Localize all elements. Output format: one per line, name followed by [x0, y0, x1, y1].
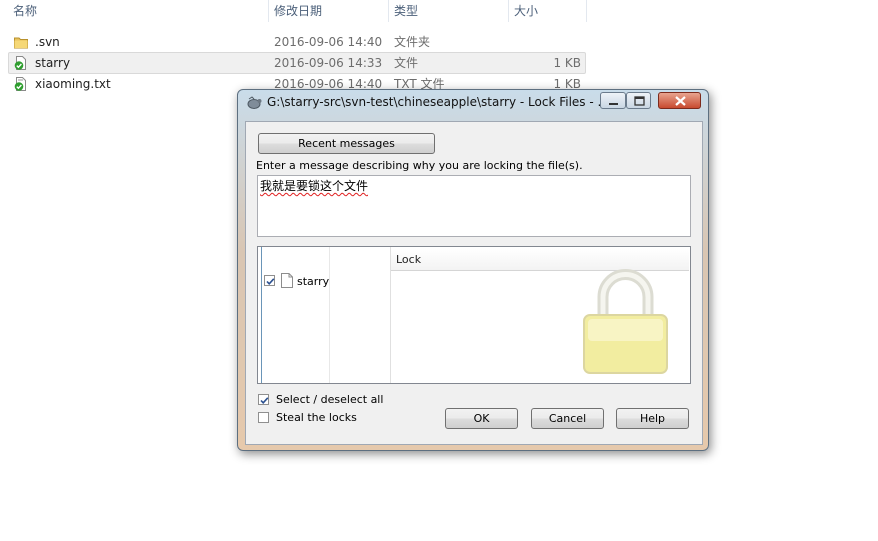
tortoisesvn-icon: [247, 96, 262, 109]
column-header-name[interactable]: 名称: [13, 0, 37, 22]
column-divider[interactable]: [268, 0, 269, 22]
recent-messages-button[interactable]: Recent messages: [258, 133, 435, 154]
minimize-icon: [609, 103, 618, 105]
file-name: xiaoming.txt: [35, 77, 111, 91]
checkmark-icon: [260, 397, 269, 404]
file-modified: 2016-09-06 14:33: [274, 56, 383, 70]
column-header-type[interactable]: 类型: [394, 0, 418, 22]
dialog-title-bar[interactable]: G:\starry-src\svn-test\chineseapple\star…: [238, 90, 708, 116]
file-name: .svn: [35, 35, 60, 49]
close-button[interactable]: [658, 92, 701, 109]
column-headers: 名称 修改日期 类型 大小: [0, 0, 590, 22]
lock-files-dialog: G:\starry-src\svn-test\chineseapple\star…: [237, 89, 709, 451]
list-divider: [329, 247, 330, 383]
file-checkbox[interactable]: [264, 275, 275, 286]
help-button[interactable]: Help: [616, 408, 689, 429]
file-row-svn[interactable]: .svn 2016-09-06 14:40 文件夹: [8, 31, 586, 53]
svn-normal-file-icon: [14, 56, 26, 70]
lock-column-header-label: Lock: [396, 253, 422, 266]
document-icon: [281, 273, 293, 288]
dialog-client-area: Recent messages Enter a message describi…: [245, 121, 703, 445]
file-name: starry: [35, 56, 71, 70]
lock-column-header[interactable]: Lock: [391, 249, 689, 271]
ok-button[interactable]: OK: [445, 408, 518, 429]
folder-icon: [14, 37, 28, 49]
message-prompt-label: Enter a message describing why you are l…: [256, 159, 583, 172]
list-divider: [261, 247, 262, 383]
column-divider[interactable]: [586, 0, 587, 22]
select-all-checkbox[interactable]: [258, 394, 269, 405]
maximize-button[interactable]: [626, 92, 651, 109]
maximize-icon: [634, 96, 645, 106]
lock-message-input[interactable]: 我就是要锁这个文件: [257, 175, 691, 237]
file-name: starry: [297, 275, 330, 288]
minimize-button[interactable]: [600, 92, 626, 109]
file-type: 文件: [394, 56, 419, 70]
dialog-title: G:\starry-src\svn-test\chineseapple\star…: [267, 95, 609, 109]
steal-locks-checkbox[interactable]: [258, 412, 269, 423]
lock-message-text: 我就是要锁这个文件: [260, 179, 369, 193]
column-header-size[interactable]: 大小: [514, 0, 538, 22]
padlock-icon: [583, 269, 668, 374]
checkmark-icon: [266, 278, 275, 285]
close-icon: [675, 96, 686, 106]
file-size: 1 KB: [553, 56, 581, 70]
files-to-lock-list[interactable]: Lock starry: [257, 246, 691, 384]
column-divider[interactable]: [388, 0, 389, 22]
file-row-starry[interactable]: starry 2016-09-06 14:33 文件 1 KB: [8, 52, 586, 74]
select-all-label[interactable]: Select / deselect all: [276, 393, 383, 406]
steal-locks-label[interactable]: Steal the locks: [276, 411, 357, 424]
file-modified: 2016-09-06 14:40: [274, 35, 383, 49]
column-divider[interactable]: [508, 0, 509, 22]
svn-normal-file-icon: [14, 77, 26, 91]
column-header-modified[interactable]: 修改日期: [274, 0, 322, 22]
cancel-button[interactable]: Cancel: [531, 408, 604, 429]
file-type: 文件夹: [394, 35, 431, 49]
